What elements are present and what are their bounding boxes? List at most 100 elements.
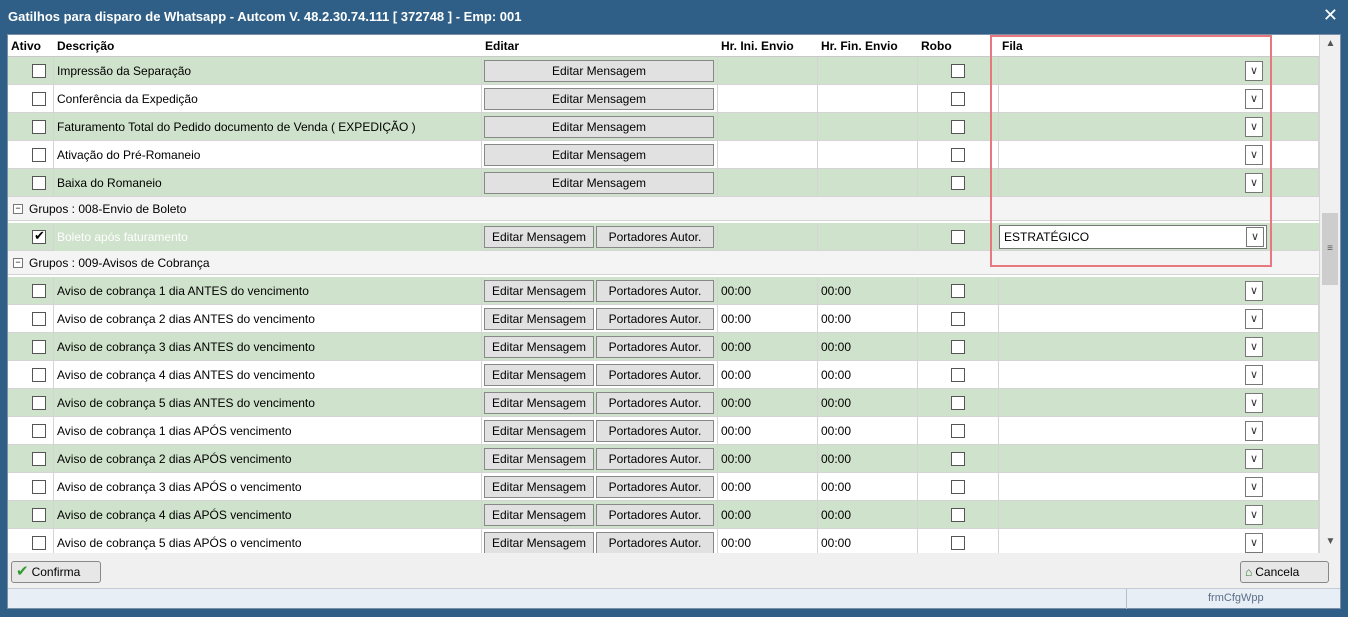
hr-fin-cell[interactable] <box>818 113 918 141</box>
group-header[interactable]: − Grupos : 009-Avisos de Cobrança <box>8 251 1319 275</box>
hr-ini-cell[interactable]: 00:00 <box>718 305 818 333</box>
edit-message-button[interactable]: Editar Mensagem <box>484 144 714 166</box>
edit-message-button[interactable]: Editar Mensagem <box>484 532 594 553</box>
table-row[interactable]: Aviso de cobrança 5 dias ANTES do vencim… <box>8 389 1319 417</box>
chevron-down-icon[interactable]: ∨ <box>1246 227 1264 247</box>
close-icon[interactable]: ✕ <box>1323 5 1338 25</box>
ativo-checkbox[interactable] <box>32 536 46 550</box>
hr-fin-cell[interactable]: 00:00 <box>818 333 918 361</box>
robo-checkbox[interactable] <box>951 480 965 494</box>
minus-icon[interactable]: − <box>13 258 23 268</box>
robo-checkbox[interactable] <box>951 230 965 244</box>
table-row[interactable]: Ativação do Pré-Romaneio Editar Mensagem ∨ <box>8 141 1319 169</box>
chevron-down-icon[interactable]: ∨ <box>1245 89 1263 109</box>
edit-message-button[interactable]: Editar Mensagem <box>484 172 714 194</box>
col-ativo[interactable]: Ativo <box>8 35 54 57</box>
fila-cell[interactable]: ∨ <box>999 85 1319 113</box>
scroll-thumb[interactable]: ≡ <box>1322 213 1338 285</box>
group-header[interactable]: − Grupos : 008-Envio de Boleto <box>8 197 1319 221</box>
col-robo[interactable]: Robo <box>918 35 996 57</box>
robo-checkbox[interactable] <box>951 508 965 522</box>
portadores-button[interactable]: Portadores Autor. <box>596 420 714 442</box>
edit-message-button[interactable]: Editar Mensagem <box>484 364 594 386</box>
chevron-down-icon[interactable]: ∨ <box>1245 337 1263 357</box>
fila-cell[interactable]: ∨ <box>999 169 1319 197</box>
fila-cell[interactable]: ∨ <box>999 361 1319 389</box>
hr-fin-cell[interactable] <box>818 169 918 197</box>
hr-ini-cell[interactable]: 00:00 <box>718 445 818 473</box>
table-row[interactable]: Aviso de cobrança 1 dias APÓS vencimento… <box>8 417 1319 445</box>
table-row[interactable]: Boleto após faturamentoEditar MensagemPo… <box>8 223 1319 251</box>
hr-ini-cell[interactable]: 00:00 <box>718 501 818 529</box>
edit-message-button[interactable]: Editar Mensagem <box>484 308 594 330</box>
portadores-button[interactable]: Portadores Autor. <box>596 364 714 386</box>
hr-ini-cell[interactable]: 00:00 <box>718 417 818 445</box>
chevron-down-icon[interactable]: ∨ <box>1245 281 1263 301</box>
edit-message-button[interactable]: Editar Mensagem <box>484 280 594 302</box>
edit-message-button[interactable]: Editar Mensagem <box>484 60 714 82</box>
fila-cell[interactable]: ∨ <box>999 389 1319 417</box>
hr-ini-cell[interactable] <box>718 113 818 141</box>
chevron-down-icon[interactable]: ∨ <box>1245 393 1263 413</box>
chevron-down-icon[interactable]: ∨ <box>1245 533 1263 553</box>
fila-cell[interactable]: ∨ <box>999 57 1319 85</box>
fila-cell[interactable]: ∨ <box>999 113 1319 141</box>
hr-fin-cell[interactable]: 00:00 <box>818 445 918 473</box>
edit-message-button[interactable]: Editar Mensagem <box>484 476 594 498</box>
fila-cell[interactable]: ∨ <box>999 277 1319 305</box>
robo-checkbox[interactable] <box>951 340 965 354</box>
chevron-down-icon[interactable]: ∨ <box>1245 145 1263 165</box>
edit-message-button[interactable]: Editar Mensagem <box>484 420 594 442</box>
chevron-down-icon[interactable]: ∨ <box>1245 505 1263 525</box>
fila-cell[interactable]: ∨ <box>999 417 1319 445</box>
table-row[interactable]: Aviso de cobrança 4 dias ANTES do vencim… <box>8 361 1319 389</box>
table-row[interactable]: Baixa do Romaneio Editar Mensagem ∨ <box>8 169 1319 197</box>
chevron-down-icon[interactable]: ∨ <box>1245 173 1263 193</box>
ativo-checkbox[interactable] <box>32 284 46 298</box>
fila-cell[interactable]: ∨ <box>999 445 1319 473</box>
col-fila[interactable]: Fila <box>999 35 1269 57</box>
edit-message-button[interactable]: Editar Mensagem <box>484 88 714 110</box>
scroll-down-icon[interactable]: ▼ <box>1320 533 1341 551</box>
portadores-button[interactable]: Portadores Autor. <box>596 476 714 498</box>
ativo-checkbox[interactable] <box>32 312 46 326</box>
hr-fin-cell[interactable]: 00:00 <box>818 305 918 333</box>
table-row[interactable]: Conferência da Expedição Editar Mensagem ∨ <box>8 85 1319 113</box>
hr-fin-cell[interactable]: 00:00 <box>818 417 918 445</box>
hr-ini-cell[interactable]: 00:00 <box>718 529 818 553</box>
fila-cell[interactable]: ESTRATÉGICO ∨ <box>999 225 1267 249</box>
ativo-checkbox[interactable] <box>32 120 46 134</box>
robo-checkbox[interactable] <box>951 92 965 106</box>
robo-checkbox[interactable] <box>951 64 965 78</box>
hr-ini-cell[interactable] <box>718 223 818 251</box>
col-descricao[interactable]: Descrição <box>54 35 478 57</box>
vertical-scrollbar[interactable]: ▲ ≡ ▼ <box>1319 35 1340 553</box>
robo-checkbox[interactable] <box>951 452 965 466</box>
minus-icon[interactable]: − <box>13 204 23 214</box>
table-row[interactable]: Aviso de cobrança 2 dias ANTES do vencim… <box>8 305 1319 333</box>
table-row[interactable]: Aviso de cobrança 2 dias APÓS vencimento… <box>8 445 1319 473</box>
chevron-down-icon[interactable]: ∨ <box>1245 309 1263 329</box>
hr-fin-cell[interactable]: 00:00 <box>818 389 918 417</box>
robo-checkbox[interactable] <box>951 396 965 410</box>
portadores-button[interactable]: Portadores Autor. <box>596 308 714 330</box>
edit-message-button[interactable]: Editar Mensagem <box>484 392 594 414</box>
edit-message-button[interactable]: Editar Mensagem <box>484 504 594 526</box>
hr-fin-cell[interactable] <box>818 223 918 251</box>
portadores-button[interactable]: Portadores Autor. <box>596 280 714 302</box>
table-row[interactable]: Aviso de cobrança 3 dias ANTES do vencim… <box>8 333 1319 361</box>
hr-fin-cell[interactable] <box>818 85 918 113</box>
scroll-up-icon[interactable]: ▲ <box>1320 35 1341 53</box>
edit-message-button[interactable]: Editar Mensagem <box>484 226 594 248</box>
table-row[interactable]: Aviso de cobrança 4 dias APÓS vencimento… <box>8 501 1319 529</box>
hr-ini-cell[interactable]: 00:00 <box>718 277 818 305</box>
fila-cell[interactable]: ∨ <box>999 141 1319 169</box>
ativo-checkbox[interactable] <box>32 176 46 190</box>
ativo-checkbox[interactable] <box>32 508 46 522</box>
table-row[interactable]: Faturamento Total do Pedido documento de… <box>8 113 1319 141</box>
fila-cell[interactable]: ∨ <box>999 473 1319 501</box>
hr-ini-cell[interactable]: 00:00 <box>718 473 818 501</box>
chevron-down-icon[interactable]: ∨ <box>1245 365 1263 385</box>
chevron-down-icon[interactable]: ∨ <box>1245 477 1263 497</box>
col-editar[interactable]: Editar <box>482 35 718 57</box>
